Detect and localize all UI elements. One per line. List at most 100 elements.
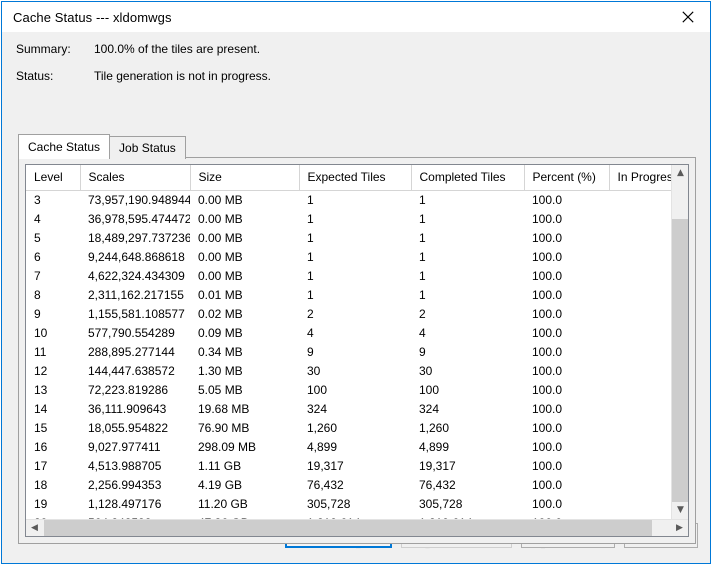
horizontal-scrollbar[interactable]: ◀ ▶ (26, 519, 688, 536)
table-row[interactable]: 11 288,895.277144 0.34 MB 9 9 100.0 (26, 342, 671, 361)
cache-status-panel: Level Scales Size Expected Tiles Complet… (18, 157, 696, 544)
cell-scales: 73,957,190.948944 (88, 192, 190, 207)
cell-completed-tiles: 1 (419, 249, 426, 264)
cell-level: 17 (34, 458, 48, 473)
cell-expected-tiles: 1 (307, 192, 314, 207)
cell-in-progress (609, 437, 671, 456)
table-row[interactable]: 3 73,957,190.948944 0.00 MB 1 1 100.0 (26, 190, 671, 209)
cell-percent: 100.0 (532, 211, 563, 226)
cell-level: 18 (34, 477, 48, 492)
cell-percent: 100.0 (532, 363, 563, 378)
column-header-scales[interactable]: Scales (80, 165, 191, 191)
vertical-scroll-thumb[interactable] (672, 219, 688, 502)
column-header-completed-tiles[interactable]: Completed Tiles (411, 165, 525, 191)
cell-size: 0.00 MB (198, 230, 243, 245)
cell-expected-tiles: 324 (307, 401, 328, 416)
cell-in-progress (609, 285, 671, 304)
column-header-level[interactable]: Level (26, 165, 81, 191)
column-header-in-progress[interactable]: In Progress (609, 165, 671, 191)
horizontal-scroll-thumb[interactable] (44, 520, 652, 536)
column-header-percent[interactable]: Percent (%) (524, 165, 610, 191)
table-row[interactable]: 15 18,055.954822 76.90 MB 1,260 1,260 100.0 (26, 418, 671, 437)
chevron-down-icon: ▼ (677, 505, 684, 515)
scroll-left-button[interactable]: ◀ (26, 520, 43, 536)
cell-in-progress (609, 361, 671, 380)
summary-row: Summary: 100.0% of the tiles are present… (2, 42, 710, 69)
cell-size: 0.09 MB (198, 325, 243, 340)
cell-in-progress (609, 494, 671, 513)
table-row[interactable]: 14 36,111.909643 19.68 MB 324 324 100.0 (26, 399, 671, 418)
table-row[interactable]: 7 4,622,324.434309 0.00 MB 1 1 100.0 (26, 266, 671, 285)
chevron-left-icon: ◀ (31, 523, 38, 533)
cell-scales: 2,256.994353 (88, 477, 162, 492)
scroll-right-button[interactable]: ▶ (671, 520, 688, 536)
table-row[interactable]: 13 72,223.819286 5.05 MB 100 100 100.0 (26, 380, 671, 399)
info-block: Summary: 100.0% of the tiles are present… (2, 42, 710, 96)
cell-percent: 100.0 (532, 439, 563, 454)
cell-scales: 2,311,162.217155 (88, 287, 184, 302)
cell-expected-tiles: 305,728 (307, 496, 351, 511)
cell-completed-tiles: 1 (419, 230, 426, 245)
cell-level: 13 (34, 382, 48, 397)
summary-value: 100.0% of the tiles are present. (94, 42, 261, 56)
cell-scales: 9,027.977411 (88, 439, 161, 454)
cell-scales: 288,895.277144 (88, 344, 175, 359)
table-row[interactable]: 12 144,447.638572 1.30 MB 30 30 100.0 (26, 361, 671, 380)
title-bar: Cache Status --- xldomwgs (2, 2, 710, 32)
tab-strip: Cache Status Job Status (18, 134, 186, 159)
cell-level: 14 (34, 401, 48, 416)
cell-percent: 100.0 (532, 496, 563, 511)
cell-scales: 144,447.638572 (88, 363, 175, 378)
cell-completed-tiles: 30 (419, 363, 433, 378)
cell-completed-tiles: 1 (419, 287, 426, 302)
cell-percent: 100.0 (532, 249, 563, 264)
cell-level: 16 (34, 439, 48, 454)
cell-expected-tiles: 19,317 (307, 458, 344, 473)
cell-scales: 1,128.497176 (88, 496, 162, 511)
table-row[interactable]: 8 2,311,162.217155 0.01 MB 1 1 100.0 (26, 285, 671, 304)
cell-size: 1.11 GB (198, 458, 242, 473)
table-row[interactable]: 18 2,256.994353 4.19 GB 76,432 76,432 100.0 (26, 475, 671, 494)
cell-level: 6 (34, 249, 41, 264)
tab-cache-status[interactable]: Cache Status (18, 134, 111, 159)
cell-expected-tiles: 2 (307, 306, 314, 321)
table-row[interactable]: 9 1,155,581.108577 0.02 MB 2 2 100.0 (26, 304, 671, 323)
table-row[interactable]: 5 18,489,297.737236 0.00 MB 1 1 100.0 (26, 228, 671, 247)
cell-expected-tiles: 1 (307, 230, 314, 245)
cell-expected-tiles: 4,899 (307, 439, 338, 454)
cell-completed-tiles: 1 (419, 211, 426, 226)
table-row[interactable]: 6 9,244,648.868618 0.00 MB 1 1 100.0 (26, 247, 671, 266)
cell-completed-tiles: 1,260 (419, 420, 450, 435)
table-header-row: Level Scales Size Expected Tiles Complet… (26, 165, 671, 191)
cell-scales: 18,055.954822 (88, 420, 169, 435)
cell-level: 7 (34, 268, 41, 283)
tab-job-status[interactable]: Job Status (109, 136, 186, 159)
cell-completed-tiles: 4 (419, 325, 426, 340)
cell-level: 19 (34, 496, 48, 511)
cell-size: 19.68 MB (198, 401, 250, 416)
cell-scales: 4,622,324.434309 (88, 268, 185, 283)
table-row[interactable]: 10 577,790.554289 0.09 MB 4 4 100.0 (26, 323, 671, 342)
table-row[interactable]: 16 9,027.977411 298.09 MB 4,899 4,899 100.0 (26, 437, 671, 456)
scroll-down-button[interactable]: ▼ (672, 502, 688, 519)
column-header-expected-tiles[interactable]: Expected Tiles (299, 165, 412, 191)
table-row[interactable]: 4 36,978,595.474472 0.00 MB 1 1 100.0 (26, 209, 671, 228)
close-button[interactable] (666, 2, 710, 32)
cell-level: 15 (34, 420, 48, 435)
cell-completed-tiles: 2 (419, 306, 426, 321)
table-body: 3 73,957,190.948944 0.00 MB 1 1 100.0 4 36,978,… (26, 190, 671, 519)
status-label: Status: (16, 69, 54, 83)
table-row[interactable]: 19 1,128.497176 11.20 GB 305,728 305,728 100.… (26, 494, 671, 513)
cell-percent: 100.0 (532, 192, 563, 207)
cell-size: 4.19 GB (198, 477, 243, 492)
vertical-scrollbar[interactable]: ▲ ▼ (671, 165, 688, 519)
table-row[interactable]: 17 4,513.988705 1.11 GB 19,317 19,317 100.0 (26, 456, 671, 475)
column-header-size[interactable]: Size (190, 165, 300, 191)
cell-level: 5 (34, 230, 41, 245)
cell-expected-tiles: 30 (307, 363, 321, 378)
cell-completed-tiles: 305,728 (419, 496, 463, 511)
scroll-up-button[interactable]: ▲ (672, 165, 688, 182)
cell-expected-tiles: 4 (307, 325, 314, 340)
cell-percent: 100.0 (532, 306, 563, 321)
cell-size: 0.02 MB (198, 306, 243, 321)
